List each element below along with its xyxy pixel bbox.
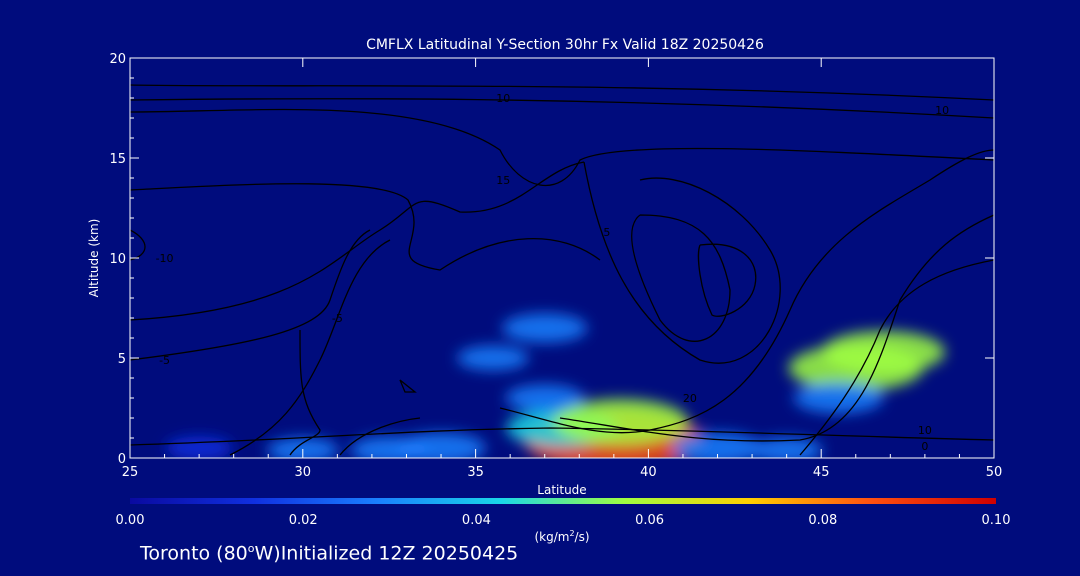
colorbar-unit: (kg/m2/s) bbox=[534, 529, 589, 544]
x-tick-label: 30 bbox=[295, 465, 312, 480]
x-tick-label: 40 bbox=[640, 465, 657, 480]
y-axis-label: Altitude (km) bbox=[87, 219, 101, 298]
flux-blob bbox=[793, 382, 884, 414]
x-tick-label: 50 bbox=[986, 465, 1003, 480]
contour-label: 10 bbox=[496, 92, 510, 105]
contour-line bbox=[130, 229, 371, 361]
x-tick-label: 35 bbox=[467, 465, 484, 480]
contour-line bbox=[289, 329, 321, 456]
contour-line bbox=[583, 161, 781, 364]
contour-line bbox=[130, 108, 994, 187]
flux-blob bbox=[350, 436, 429, 458]
contour-line bbox=[229, 239, 391, 456]
colorbar-tick-label: 0.04 bbox=[462, 513, 491, 528]
y-tick-label: 5 bbox=[118, 352, 126, 367]
flux-blob bbox=[502, 313, 588, 343]
contour-label: 20 bbox=[683, 392, 697, 405]
contour-line bbox=[631, 214, 731, 342]
contour-label: 5 bbox=[603, 226, 610, 239]
contour-line bbox=[130, 229, 146, 261]
contour-line bbox=[130, 183, 601, 271]
y-tick-label: 20 bbox=[109, 52, 126, 67]
x-tick-label: 25 bbox=[122, 465, 139, 480]
chart-canvas: -5 -10 -5 10 10 15 5 20 10 0 25 30 35 40 45 50 0 5 10 15 2… bbox=[87, 37, 1011, 544]
x-tick-label: 45 bbox=[813, 465, 830, 480]
contour-label: 0 bbox=[921, 440, 928, 453]
colorbar bbox=[130, 498, 996, 504]
flux-blob bbox=[821, 330, 946, 374]
contour-label: -5 bbox=[159, 354, 170, 367]
contour-label: 10 bbox=[935, 104, 949, 117]
colorbar-ticks: 0.00 0.02 0.04 0.06 0.08 0.10 bbox=[116, 513, 1011, 528]
contour-line bbox=[399, 379, 417, 393]
y-tick-label: 10 bbox=[109, 252, 126, 267]
chart-title: CMFLX Latitudinal Y-Section 30hr Fx Vali… bbox=[366, 37, 764, 53]
y-tick-label: 0 bbox=[118, 452, 126, 467]
contour-label: 15 bbox=[496, 174, 510, 187]
contour-line bbox=[130, 84, 994, 101]
colorbar-tick-label: 0.02 bbox=[289, 513, 318, 528]
x-axis-label: Latitude bbox=[537, 483, 586, 497]
contour-line bbox=[130, 98, 994, 119]
colorbar-tick-label: 0.08 bbox=[808, 513, 837, 528]
contour-label: 10 bbox=[918, 424, 932, 437]
colorbar-tick-label: 0.06 bbox=[635, 513, 664, 528]
contour-line bbox=[697, 243, 757, 317]
flux-field bbox=[165, 313, 946, 458]
contour-label: -5 bbox=[332, 312, 343, 325]
colorbar-tick-label: 0.10 bbox=[982, 513, 1011, 528]
footer-caption: Toronto (80oW)Initialized 12Z 20250425 bbox=[140, 542, 519, 565]
flux-blob bbox=[505, 384, 584, 412]
contour-label: -10 bbox=[156, 252, 174, 265]
colorbar-tick-label: 0.00 bbox=[116, 513, 145, 528]
y-tick-label: 15 bbox=[109, 152, 126, 167]
flux-blob bbox=[457, 345, 529, 371]
